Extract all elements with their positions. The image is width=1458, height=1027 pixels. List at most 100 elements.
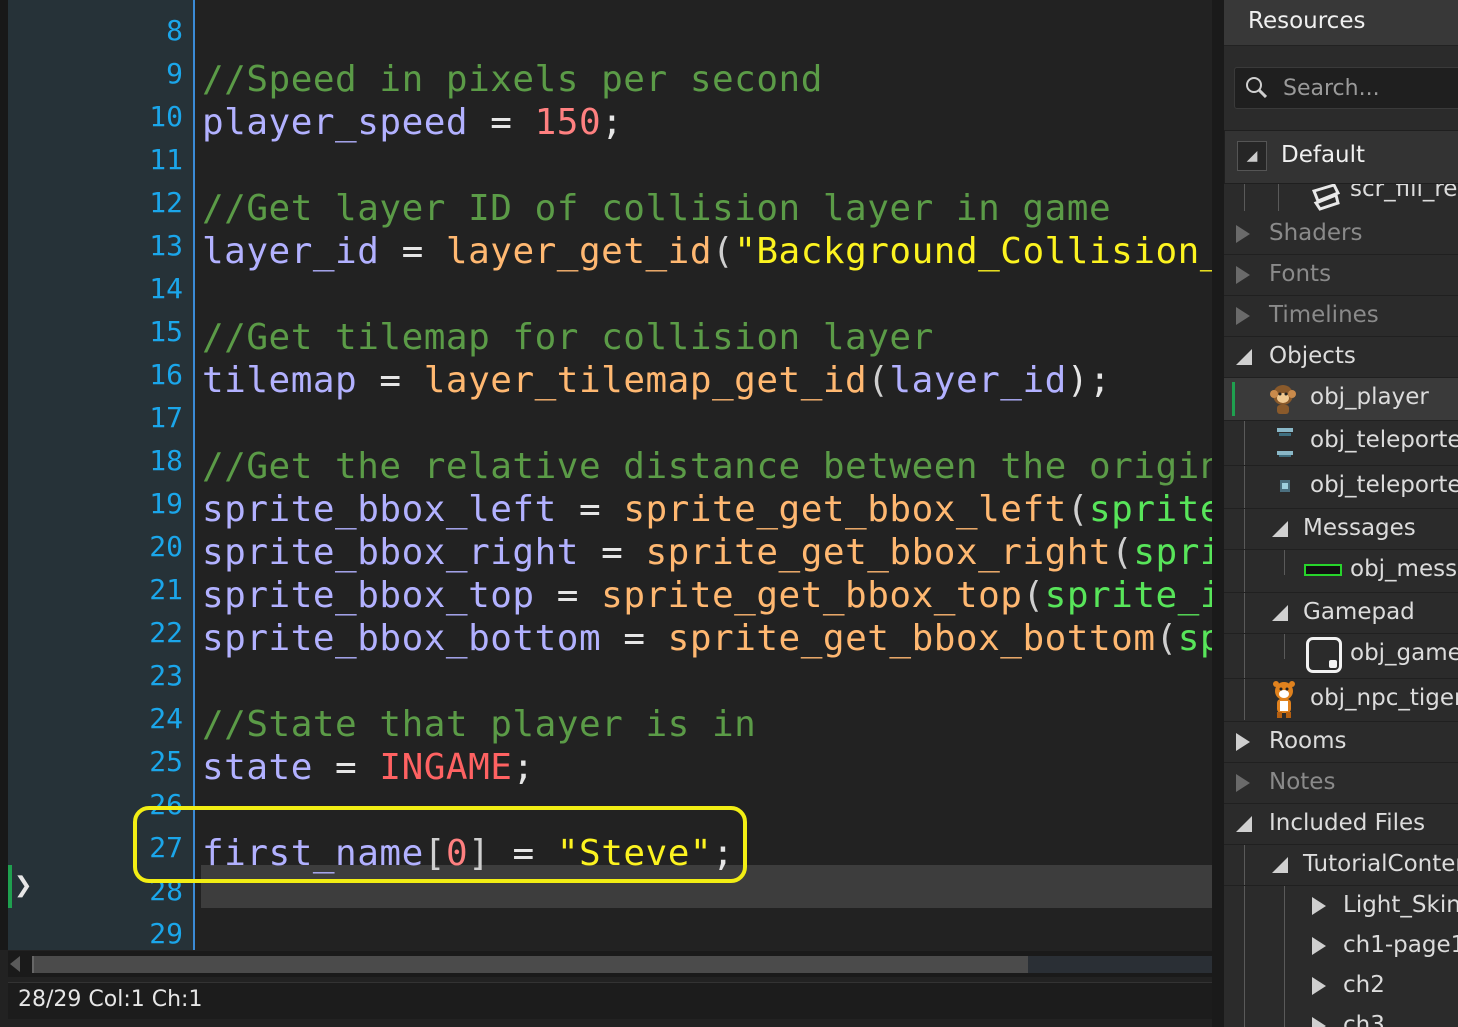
code-token: //Get the relative distance between the … bbox=[202, 446, 1212, 487]
tree-item-shaders[interactable]: Shaders bbox=[1224, 214, 1458, 255]
collapse-arrow-icon[interactable] bbox=[1272, 521, 1288, 537]
code-token: spri bbox=[1133, 532, 1212, 573]
code-token: = bbox=[357, 360, 424, 401]
code-token: sp bbox=[1177, 618, 1212, 659]
tree-item-fonts[interactable]: Fonts bbox=[1224, 255, 1458, 296]
caret-arrow-icon: ❯ bbox=[14, 873, 33, 898]
tree-item-ch2[interactable]: ch2 bbox=[1224, 966, 1458, 1006]
code-line[interactable]: //Get layer ID of collision layer in gam… bbox=[202, 187, 1111, 230]
code-token: ( bbox=[1111, 532, 1134, 573]
collapse-arrow-icon[interactable] bbox=[1236, 816, 1252, 832]
code-line[interactable]: //Get tilemap for collision layer bbox=[202, 316, 934, 359]
expand-arrow-icon[interactable] bbox=[1312, 977, 1326, 995]
tree-item-obj-npc-tiger[interactable]: obj_npc_tiger bbox=[1224, 679, 1458, 722]
tree-item-timelines[interactable]: Timelines bbox=[1224, 296, 1458, 337]
line-number: 12 bbox=[149, 186, 183, 219]
code-editor[interactable]: 8 9 10 11 12 13 14 15 16 17 18 19 20 21 22 23 24 25 26 27 28… bbox=[0, 0, 1212, 1027]
collapse-arrow-icon[interactable] bbox=[1272, 605, 1288, 621]
teleporter-sprite-icon bbox=[1280, 480, 1290, 492]
message-box-icon bbox=[1304, 564, 1342, 576]
tree-item-messages[interactable]: Messages bbox=[1224, 509, 1458, 550]
code-token: sprite_i bbox=[1044, 575, 1212, 616]
line-number: 8 bbox=[166, 14, 183, 47]
code-token: sprite_bbox_right bbox=[202, 532, 579, 573]
search-input[interactable] bbox=[1281, 72, 1458, 104]
cursor-position: 28/29 Col:1 Ch:1 bbox=[18, 987, 203, 1012]
expand-arrow-icon[interactable] bbox=[1236, 225, 1250, 243]
code-token: sprite_bbox_left bbox=[202, 489, 557, 530]
tree-item-obj-teleporter-2[interactable]: obj_teleporte bbox=[1224, 466, 1458, 509]
code-line[interactable]: tilemap = layer_tilemap_get_id(layer_id)… bbox=[202, 359, 1111, 402]
code-token: ( bbox=[1066, 489, 1089, 530]
code-line[interactable]: sprite_bbox_left = sprite_get_bbox_left(… bbox=[202, 488, 1212, 531]
tree-item-obj-player[interactable]: obj_player bbox=[1224, 378, 1458, 421]
code-line[interactable]: layer_id = layer_get_id("Background_Coll… bbox=[202, 230, 1212, 273]
scrollbar-thumb[interactable] bbox=[32, 956, 1034, 973]
tiger-sprite-icon bbox=[1273, 681, 1295, 718]
status-bar: 28/29 Col:1 Ch:1 bbox=[8, 982, 1212, 1019]
breakpoint-strip[interactable] bbox=[0, 0, 8, 950]
code-line[interactable]: sprite_bbox_bottom = sprite_get_bbox_bot… bbox=[202, 617, 1212, 660]
code-line[interactable]: sprite_bbox_top = sprite_get_bbox_top(sp… bbox=[202, 574, 1212, 617]
line-number: 10 bbox=[149, 100, 183, 133]
tree-guide bbox=[1244, 183, 1245, 211]
tree-item-rooms[interactable]: Rooms bbox=[1224, 722, 1458, 763]
tree-item-ch3[interactable]: ch3 bbox=[1224, 1006, 1458, 1027]
code-line[interactable]: state = INGAME; bbox=[202, 746, 535, 789]
tree-item-objects[interactable]: Objects bbox=[1224, 337, 1458, 378]
teleporter-sprite-icon bbox=[1277, 428, 1293, 457]
code-token: layer_id bbox=[889, 360, 1067, 401]
tree-item-tutorial-content[interactable]: TutorialConter bbox=[1224, 845, 1458, 886]
code-line[interactable]: //Speed in pixels per second bbox=[202, 58, 823, 101]
code-token: //Get layer ID of collision layer in gam… bbox=[202, 188, 1112, 229]
line-number: 14 bbox=[149, 272, 183, 305]
expand-arrow-icon[interactable] bbox=[1236, 733, 1250, 751]
expand-arrow-icon[interactable] bbox=[1312, 937, 1326, 955]
code-token: layer_id bbox=[202, 231, 380, 272]
line-number: 19 bbox=[149, 487, 183, 520]
line-number: 18 bbox=[149, 444, 183, 477]
expand-arrow-icon[interactable] bbox=[1236, 774, 1250, 792]
gamepad-button-icon bbox=[1306, 637, 1342, 673]
tree-item-included-files[interactable]: Included Files bbox=[1224, 804, 1458, 845]
code-token: ( bbox=[1022, 575, 1045, 616]
panel-splitter[interactable] bbox=[1212, 0, 1224, 1027]
tree-item-obj-teleporter-1[interactable]: obj_teleporte bbox=[1224, 421, 1458, 466]
collapse-arrow-icon[interactable] bbox=[1236, 349, 1252, 365]
expand-arrow-icon[interactable] bbox=[1236, 266, 1250, 284]
resources-panel: Resources scr_fill_res ◢ Default Shaders… bbox=[1224, 0, 1458, 1027]
code-line[interactable]: sprite_bbox_right = sprite_get_bbox_righ… bbox=[202, 531, 1212, 574]
code-token: sprite_get_bbox_right bbox=[645, 532, 1112, 573]
search-box[interactable] bbox=[1234, 67, 1458, 109]
group-toggle-icon[interactable]: ◢ bbox=[1237, 141, 1267, 171]
code-token: INGAME bbox=[379, 747, 513, 788]
code-line[interactable]: //State that player is in bbox=[202, 703, 756, 746]
code-token: ( bbox=[712, 231, 735, 272]
code-token: //State that player is in bbox=[202, 704, 757, 745]
scroll-left-arrow-icon[interactable] bbox=[10, 956, 20, 972]
line-number: 23 bbox=[149, 659, 183, 692]
code-token: sprite_bbox_top bbox=[202, 575, 535, 616]
code-token: ); bbox=[1066, 360, 1112, 401]
collapse-arrow-icon[interactable] bbox=[1272, 857, 1288, 873]
expand-arrow-icon[interactable] bbox=[1236, 307, 1250, 325]
resource-group-selector[interactable]: ◢ Default bbox=[1224, 130, 1458, 184]
tree-guide bbox=[1278, 183, 1279, 211]
scrollbar-track[interactable] bbox=[1028, 956, 1212, 973]
tree-item-ch1-page1[interactable]: ch1-page1 bbox=[1224, 926, 1458, 966]
tree-item-light-skin[interactable]: Light_Skin bbox=[1224, 886, 1458, 926]
expand-arrow-icon[interactable] bbox=[1312, 897, 1326, 915]
code-token: ; bbox=[601, 102, 624, 143]
tree-item-obj-gamepad[interactable]: obj_game bbox=[1224, 634, 1458, 679]
line-number: 25 bbox=[149, 745, 183, 778]
tree-item-notes[interactable]: Notes bbox=[1224, 763, 1458, 804]
code-line[interactable]: //Get the relative distance between the … bbox=[202, 445, 1212, 488]
expand-arrow-icon[interactable] bbox=[1312, 1017, 1326, 1027]
code-line[interactable]: player_speed = 150; bbox=[202, 101, 623, 144]
line-number: 21 bbox=[149, 573, 183, 606]
monkey-sprite-icon bbox=[1270, 385, 1296, 414]
tree-item-gamepad[interactable]: Gamepad bbox=[1224, 593, 1458, 634]
tree-item-obj-message[interactable]: obj_messa bbox=[1224, 550, 1458, 593]
code-token: ; bbox=[512, 747, 535, 788]
horizontal-scrollbar[interactable] bbox=[8, 951, 1212, 977]
